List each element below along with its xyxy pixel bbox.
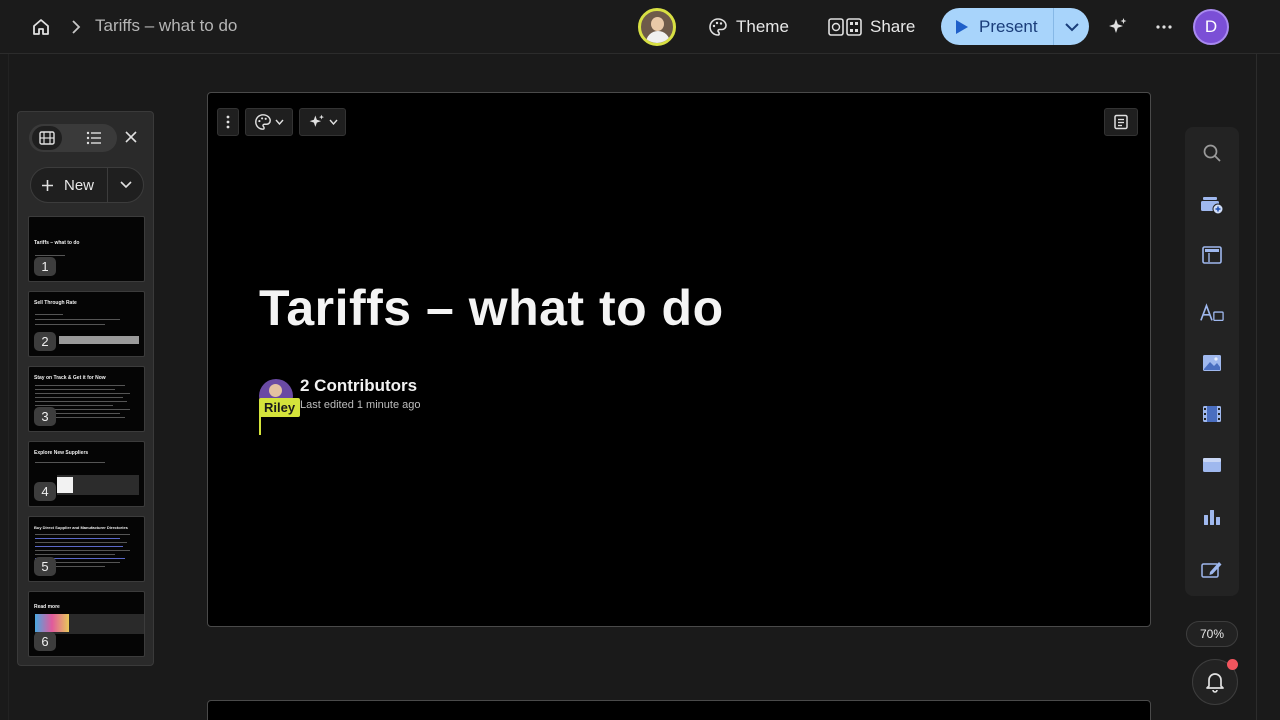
embed-button[interactable] [1200,453,1224,477]
contributors-label[interactable]: 2 Contributors [300,376,417,396]
text-button[interactable] [1200,301,1224,325]
slide-title[interactable]: Tariffs – what to do [259,279,724,337]
share-button[interactable]: Share [828,13,915,41]
sparkle-icon [309,114,324,127]
text-icon [1200,303,1224,322]
new-slide-button[interactable]: New [31,168,107,202]
collaborator-cursor [259,415,261,435]
present-button[interactable]: Present [941,8,1053,45]
chevron-down-icon [275,119,284,125]
filmstrip-view-button[interactable] [32,126,62,150]
next-slide-canvas[interactable] [207,700,1151,720]
slide-canvas[interactable]: Tariffs – what to do 2 Contributors Last… [207,92,1151,627]
embed-icon [1203,458,1221,472]
search-icon [1203,144,1221,162]
layout-icon [1202,246,1222,264]
slides-panel: New Tariffs – what to do 1 Sell Through … [17,111,154,666]
thumbnail-title: Tariffs – what to do [34,240,80,246]
image-button[interactable] [1200,351,1224,375]
new-slide-label: New [64,176,95,194]
close-icon [125,131,137,143]
slide-thumbnail[interactable]: Stay on Track & Get it for Now 3 [28,366,145,432]
chart-button[interactable] [1200,505,1224,529]
collaborator-cursor-label: Riley [259,398,301,417]
theme-button[interactable]: Theme [708,13,789,41]
list-view-button[interactable] [79,126,109,150]
draw-button[interactable] [1200,557,1224,581]
present-label: Present [979,16,1038,36]
video-icon [1203,406,1221,422]
slide-number: 3 [34,407,56,426]
last-edited-label: Last edited 1 minute ago [300,399,421,411]
document-title[interactable]: Tariffs – what to do [95,16,237,36]
slide-ai-button[interactable] [299,108,346,136]
search-button[interactable] [1200,141,1224,165]
slide-thumbnail[interactable]: Buy Direct Supplier and Manufacturer Dir… [28,516,145,582]
chevron-down-icon [328,119,338,125]
zoom-level[interactable]: 70% [1186,621,1238,647]
thumbnail-title: Read more [34,604,60,610]
home-icon [33,19,49,35]
add-card-icon [1201,197,1224,215]
more-options-button[interactable] [1153,16,1175,38]
collaborator-avatar[interactable] [638,8,676,46]
chevron-down-icon [119,181,132,189]
user-avatar[interactable]: D [1193,9,1229,45]
view-toggle [29,124,117,152]
layout-button[interactable] [1200,243,1224,267]
slide-number: 4 [34,482,56,501]
slide-menu-button[interactable] [217,108,239,136]
close-panel-button[interactable] [121,127,141,147]
draw-icon [1201,562,1222,578]
top-bar: Tariffs – what to do Theme Share Present [0,0,1280,54]
slide-number: 2 [34,332,56,351]
slide-thumbnail[interactable]: Explore New Suppliers 4 [28,441,145,507]
more-vertical-icon [226,115,230,129]
slide-number: 6 [34,632,56,651]
slide-thumbnail[interactable]: Tariffs – what to do 1 [28,216,145,282]
notes-icon [1114,114,1128,130]
insert-toolbar [1185,127,1239,596]
thumbnail-title: Sell Through Rate [34,300,77,306]
share-icon [828,18,862,36]
bell-icon [1206,673,1224,693]
list-icon [86,131,101,145]
slide-thumbnail[interactable]: Sell Through Rate 2 [28,291,145,357]
divider [8,54,9,720]
thumbnail-title: Stay on Track & Get it for Now [34,375,106,381]
chart-icon [1204,510,1220,525]
chevron-down-icon [1064,22,1079,31]
new-slide-options-button[interactable] [108,168,143,202]
slide-number: 5 [34,557,56,576]
palette-icon [709,18,727,36]
share-label: Share [870,17,916,36]
thumbnail-title: Buy Direct Supplier and Manufacturer Dir… [34,525,128,530]
app-window: Tariffs – what to do Theme Share Present [0,0,1280,720]
palette-icon [255,114,271,130]
notification-badge [1227,659,1238,670]
filmstrip-icon [39,131,55,145]
slide-thumbnail[interactable]: Read more 6 [28,591,145,657]
video-button[interactable] [1200,402,1224,426]
theme-label: Theme [736,17,789,36]
present-options-button[interactable] [1054,8,1089,45]
new-slide-group: New [30,167,144,203]
divider [1256,54,1257,720]
slide-number: 1 [34,257,56,276]
speaker-notes-button[interactable] [1104,108,1138,136]
play-icon [956,19,968,34]
slide-style-button[interactable] [245,108,293,136]
ai-sparkle-button[interactable] [1107,16,1129,38]
sparkle-icon [1109,18,1127,33]
thumbnail-title: Explore New Suppliers [34,450,89,456]
more-horizontal-icon [1156,25,1172,29]
present-button-group: Present [941,8,1089,45]
chevron-right-icon [68,18,84,36]
image-icon [1203,355,1221,371]
plus-icon [42,179,53,191]
home-button[interactable] [28,14,54,40]
add-card-button[interactable] [1200,193,1224,217]
